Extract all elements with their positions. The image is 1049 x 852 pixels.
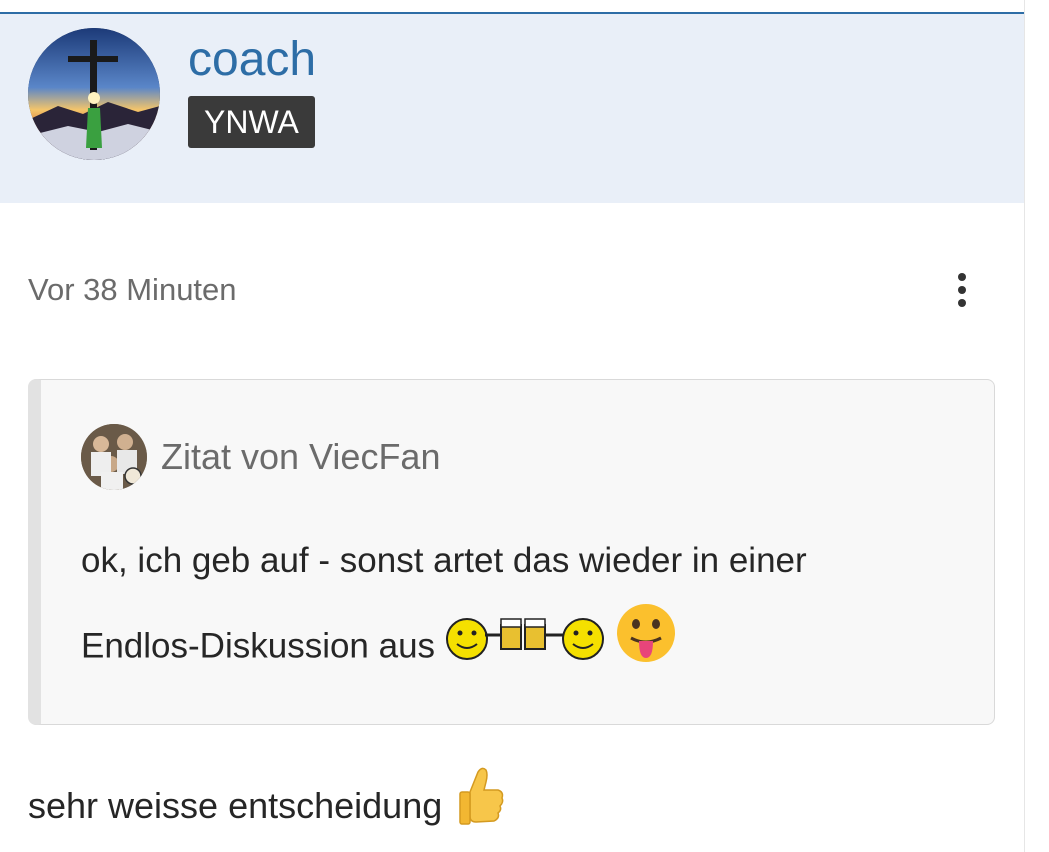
tongue-out-icon <box>615 602 677 694</box>
scroll-gutter <box>1024 0 1049 852</box>
more-options-button[interactable] <box>945 268 979 312</box>
quote-avatar-image <box>81 424 147 490</box>
user-badge: YNWA <box>188 96 315 148</box>
author-name[interactable]: coach <box>188 30 316 90</box>
author-avatar[interactable] <box>28 28 160 160</box>
thumbs-up-icon <box>456 766 506 845</box>
more-options-icon-dot <box>958 299 966 307</box>
quote-text: ok, ich geb auf - sonst artet das wieder… <box>81 520 981 694</box>
more-options-icon-dot <box>958 286 966 294</box>
post-body-text: sehr weisse entscheidung <box>28 784 443 826</box>
quote-block: Zitat von ViecFan ok, ich geb auf - sons… <box>28 379 995 725</box>
quote-author-label[interactable]: Zitat von ViecFan <box>161 434 440 480</box>
quote-text-line2: Endlos-Diskussion aus <box>81 602 981 694</box>
more-options-icon <box>958 273 966 281</box>
quote-author-avatar[interactable] <box>81 424 147 490</box>
quote-text-line1: ok, ich geb auf - sonst artet das wieder… <box>81 541 807 580</box>
post-timestamp[interactable]: Vor 38 Minuten <box>28 270 237 310</box>
avatar-image <box>28 28 160 160</box>
forum-post: coach YNWA Vor 38 Minuten Zitat von Viec… <box>0 0 1024 852</box>
cheers-smileys-icon <box>445 605 605 691</box>
quote-text-line2-text: Endlos-Diskussion aus <box>81 626 436 666</box>
post-body: sehr weisse entscheidung <box>28 766 506 845</box>
